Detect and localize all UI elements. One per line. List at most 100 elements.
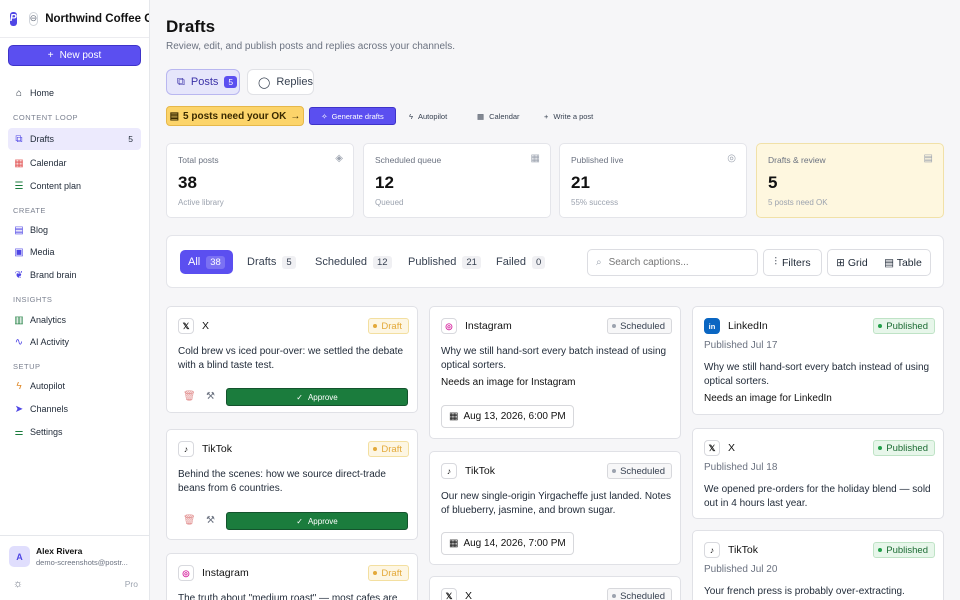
approve-button[interactable]: ✓ Approve: [226, 512, 408, 530]
filter-tab-drafts[interactable]: Drafts 5: [239, 250, 304, 274]
status-label: Scheduled: [620, 320, 665, 332]
platform-name: Instagram: [465, 320, 512, 332]
search-box: ⌕: [587, 249, 758, 276]
status-badge: Published: [873, 440, 935, 456]
schedule-date-button[interactable]: ▦ Aug 14, 2026, 7:00 PM: [441, 532, 574, 555]
status-dot: [612, 324, 617, 328]
tab-replies[interactable]: ◯ Replies: [247, 69, 314, 95]
post-card[interactable]: ♪ TikTok Published Published Jul 20 Your …: [692, 530, 944, 600]
filter-tab-failed[interactable]: Failed 0: [488, 250, 553, 274]
filter-tab-scheduled[interactable]: Scheduled 12: [307, 250, 400, 274]
status-badge: Draft: [368, 318, 409, 334]
post-card[interactable]: ♪ TikTok Scheduled Our new single-origin …: [429, 451, 681, 565]
post-caption: Your french press is probably over-extra…: [704, 586, 905, 597]
sidebar-item-calendar[interactable]: ▦ Calendar: [8, 152, 141, 174]
search-icon: ⌕: [596, 257, 602, 268]
platform-name: TikTok: [728, 544, 758, 556]
calendar-icon: ▦: [14, 157, 24, 169]
sidebar-item-channels[interactable]: ➤ Channels: [8, 398, 141, 420]
write-label: Write a post: [553, 111, 594, 121]
theme-icon[interactable]: ☼: [13, 578, 23, 590]
status-label: Draft: [381, 443, 402, 455]
sidebar-item-home[interactable]: ⌂ Home: [8, 82, 141, 104]
sidebar-item-blog[interactable]: ▤ Blog: [8, 219, 141, 241]
need-ok-button[interactable]: ▤ 5 posts need your OK →: [166, 106, 304, 126]
x-icon: 𝕏: [441, 588, 457, 600]
table-view-button[interactable]: ▤ Table: [884, 257, 922, 269]
user-panel[interactable]: A Alex Rivera demo-screenshots@postr... …: [0, 535, 150, 600]
filter-bar: All 38 Drafts 5 Scheduled 12 Published 21 Fa…: [166, 235, 944, 288]
table-icon: ▤: [884, 256, 894, 269]
sidebar-item-drafts[interactable]: ⧉ Drafts 5: [8, 128, 141, 150]
stat-value: 21: [571, 173, 590, 192]
post-caption: The truth about "medium roast" — most ca…: [178, 593, 398, 600]
magic-wand-icon[interactable]: ⚒: [206, 515, 215, 526]
sidebar-item-autopilot[interactable]: ϟ Autopilot: [8, 375, 141, 397]
magic-wand-icon[interactable]: ⚒: [206, 391, 215, 402]
filter-label: All: [188, 256, 201, 268]
x-icon: 𝕏: [178, 318, 194, 334]
platform-name: LinkedIn: [728, 320, 768, 332]
grid-view-button[interactable]: ⊞ Grid: [836, 257, 868, 269]
chart-icon: ▥: [14, 314, 24, 326]
status-label: Published: [886, 320, 928, 332]
plan-badge: Pro: [124, 579, 138, 589]
approve-button[interactable]: ✓ Approve: [226, 388, 408, 406]
document-icon: ▤: [923, 153, 933, 164]
trash-icon[interactable]: 🗑: [183, 515, 196, 526]
sidebar-item-ai-activity[interactable]: ∿ AI Activity: [8, 331, 141, 353]
filters-label: Filters: [782, 256, 811, 269]
post-card[interactable]: 𝕏X Scheduled: [429, 576, 681, 600]
post-card[interactable]: in LinkedIn Published Published Jul 17 Wh…: [692, 306, 944, 415]
new-post-button[interactable]: + New post: [8, 45, 141, 66]
trash-icon[interactable]: 🗑: [183, 391, 196, 402]
filter-count: 5: [282, 255, 296, 269]
calendar-link[interactable]: ▦ Calendar: [477, 107, 520, 125]
sidebar-item-media[interactable]: ▣ Media: [8, 241, 141, 263]
card-header: 𝕏X: [178, 318, 209, 334]
post-caption: Our new single-origin Yirgacheffe just l…: [441, 491, 671, 516]
approve-label: Approve: [307, 516, 338, 526]
sidebar-item-brand-brain[interactable]: ❦ Brand brain: [8, 264, 141, 286]
filters-button[interactable]: ⫶ Filters: [763, 249, 822, 276]
sidebar-item-analytics[interactable]: ▥ Analytics: [8, 309, 141, 331]
filter-label: Scheduled: [315, 256, 367, 268]
write-post-link[interactable]: + Write a post: [544, 107, 593, 125]
stat-sub: 55% success: [571, 198, 619, 207]
stat-label: Scheduled queue: [375, 155, 442, 165]
generate-drafts-button[interactable]: ✧ Generate drafts: [309, 107, 396, 125]
search-input[interactable]: [608, 257, 739, 268]
filter-count: 21: [462, 255, 481, 269]
post-card[interactable]: ◎ Instagram Draft The truth about "medium…: [166, 553, 418, 600]
main-content: Drafts Review, edit, and publish posts a…: [150, 0, 960, 600]
posts-count: 5: [224, 76, 238, 88]
status-dot: [878, 324, 883, 328]
schedule-date-button[interactable]: ▦ Aug 13, 2026, 6:00 PM: [441, 405, 574, 428]
post-card[interactable]: ◎ Instagram Scheduled Why we still hand-s…: [429, 306, 681, 439]
tiktok-icon: ♪: [178, 441, 194, 457]
tab-label: Posts: [190, 76, 219, 88]
post-card[interactable]: 𝕏X Draft Cold brew vs iced pour-over: we…: [166, 306, 418, 413]
stat-label: Drafts & review: [768, 155, 826, 165]
need-ok-label: 5 posts need your OK: [183, 110, 287, 122]
tiktok-icon: ♪: [441, 463, 457, 479]
post-card[interactable]: ♪ TikTok Draft Behind the scenes: how we …: [166, 429, 418, 540]
filter-tab-all[interactable]: All 38: [180, 250, 233, 274]
published-date: Published Jul 17: [704, 340, 778, 351]
missing-image-note: Needs an image for LinkedIn: [704, 393, 832, 404]
filter-count: 0: [531, 255, 546, 269]
sidebar-item-settings[interactable]: ⚌ Settings: [8, 421, 141, 443]
section-content-loop: CONTENT LOOP: [13, 113, 79, 122]
tab-posts[interactable]: ⧉ Posts 5: [166, 69, 240, 95]
post-card[interactable]: 𝕏X Published Published Jul 18 We opened …: [692, 428, 944, 519]
brand-name: Northwind Coffee Co: [45, 12, 149, 25]
brand-header[interactable]: P ⊖ Northwind Coffee Co: [0, 0, 149, 38]
sparkle-icon: ✧: [321, 111, 328, 121]
sidebar-item-content-plan[interactable]: ☰ Content plan: [8, 175, 141, 197]
stat-published-live: Published live 21 55% success ◎: [559, 143, 747, 218]
status-label: Scheduled: [620, 590, 665, 600]
autopilot-link[interactable]: ϟ Autopilot: [409, 107, 447, 125]
status-dot: [373, 324, 378, 328]
filter-tab-published[interactable]: Published 21: [400, 250, 489, 274]
sidebar-item-label: Analytics: [30, 315, 67, 325]
